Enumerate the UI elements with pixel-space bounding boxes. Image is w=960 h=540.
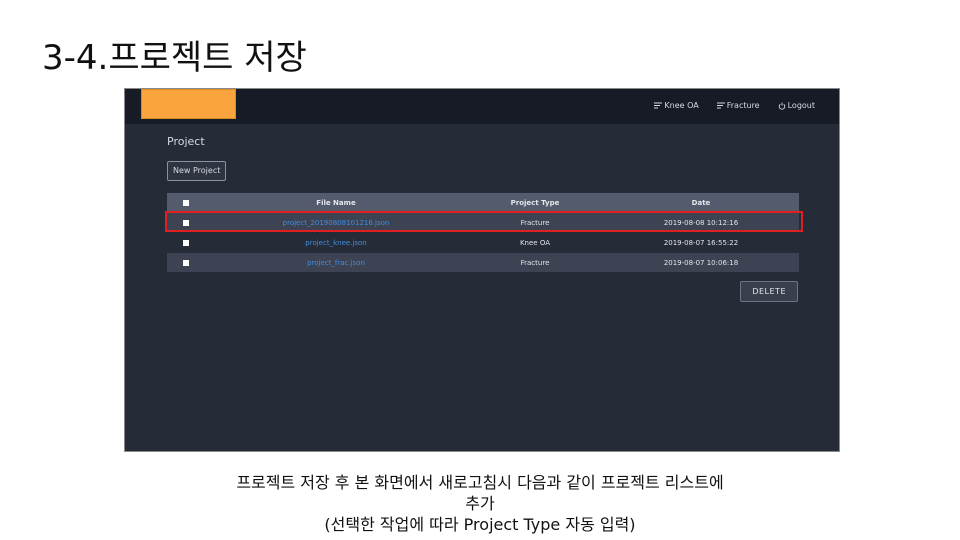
slide-caption: 프로젝트 저장 후 본 화면에서 새로고침시 다음과 같이 프로젝트 리스트에 … — [0, 472, 960, 535]
page-heading: Project — [167, 135, 205, 148]
new-row-highlight-box — [165, 211, 803, 232]
table-row[interactable]: project_frac.json Fracture 2019-08-07 10… — [167, 253, 799, 272]
caption-line: (선택한 작업에 따라 Project Type 자동 입력) — [324, 515, 636, 534]
nav-link-label: Fracture — [726, 101, 760, 110]
file-name-link[interactable]: project_frac.json — [307, 259, 365, 267]
nav-link-logout[interactable]: Logout — [778, 101, 815, 110]
file-name-link[interactable]: project_knee.json — [305, 239, 366, 247]
row-checkbox[interactable] — [183, 239, 189, 246]
table-header-row: File Name Project Type Date — [167, 193, 799, 212]
column-header-date: Date — [691, 198, 711, 207]
column-header-file-name: File Name — [316, 198, 356, 207]
power-icon — [778, 102, 785, 110]
top-navbar: Knee OA Fracture Logout — [125, 89, 839, 124]
logo-placeholder[interactable] — [141, 89, 236, 119]
menu-lines-icon — [716, 102, 725, 109]
caption-line: 추가 — [465, 494, 495, 513]
caption-line: 프로젝트 저장 후 본 화면에서 새로고침시 다음과 같이 프로젝트 리스트에 — [236, 473, 724, 492]
menu-lines-icon — [654, 102, 663, 109]
nav-links: Knee OA Fracture Logout — [654, 101, 815, 110]
column-header-project-type: Project Type — [510, 198, 560, 207]
delete-button[interactable]: DELETE — [740, 281, 798, 302]
date-cell: 2019-08-07 10:06:18 — [663, 258, 739, 267]
nav-link-fracture[interactable]: Fracture — [716, 101, 760, 110]
slide-title: 3-4.프로젝트 저장 — [42, 38, 307, 78]
nav-link-label: Logout — [787, 101, 815, 110]
new-project-button[interactable]: New Project — [167, 161, 227, 181]
date-cell: 2019-08-07 16:55:22 — [663, 238, 739, 247]
select-all-checkbox[interactable] — [183, 199, 189, 206]
project-type-cell: Fracture — [520, 258, 550, 267]
project-table: File Name Project Type Date project_2019… — [167, 193, 799, 273]
nav-link-label: Knee OA — [664, 101, 699, 110]
project-type-cell: Knee OA — [519, 238, 551, 247]
table-row[interactable]: project_knee.json Knee OA 2019-08-07 16:… — [167, 233, 799, 252]
row-checkbox[interactable] — [183, 259, 189, 266]
app-screenshot-frame: Knee OA Fracture Logout Project New Proj… — [124, 88, 840, 452]
nav-link-knee-oa[interactable]: Knee OA — [654, 101, 699, 110]
